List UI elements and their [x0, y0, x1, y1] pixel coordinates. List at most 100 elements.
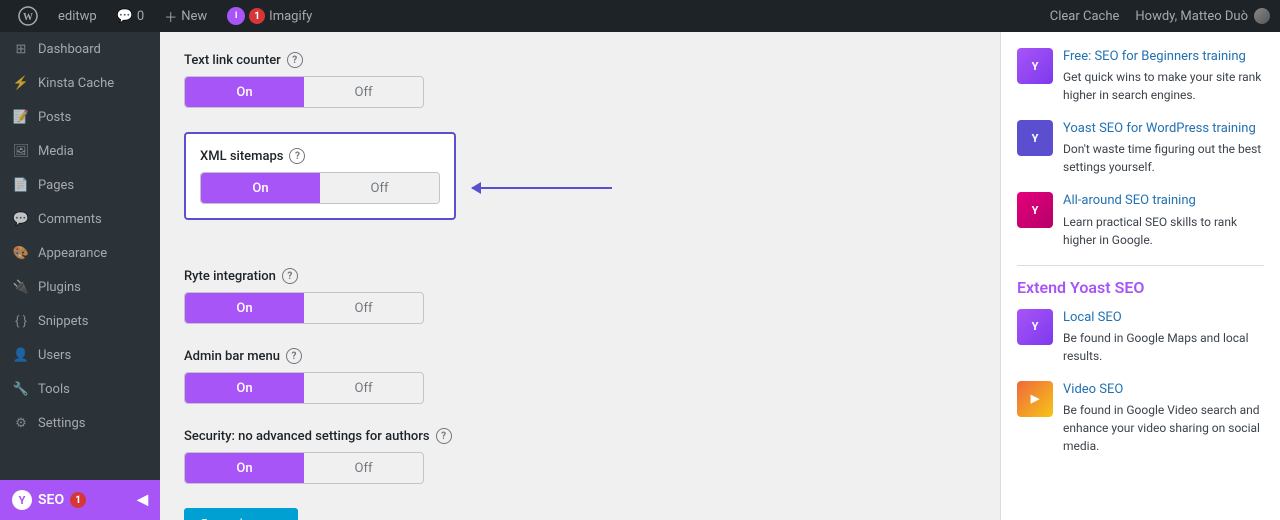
sidebar-item-media-label: Media: [38, 144, 74, 159]
xml-sitemaps-toggle[interactable]: On Off: [200, 172, 440, 204]
ryte-integration-help-icon[interactable]: ?: [282, 268, 298, 284]
security-label: Security: no advanced settings for autho…: [184, 428, 784, 444]
xml-sitemaps-help-icon[interactable]: ?: [289, 148, 305, 164]
text-link-counter-toggle[interactable]: On Off: [184, 76, 424, 108]
xml-sitemaps-on-button[interactable]: On: [201, 173, 320, 203]
media-icon: 🖼: [12, 142, 30, 160]
kinsta-icon: ⚡: [12, 74, 30, 92]
imagify-icon: I: [227, 7, 245, 25]
comments-button[interactable]: 💬 0: [109, 0, 153, 32]
sidebar-item-pages-label: Pages: [38, 178, 74, 193]
sidebar-item-kinsta-cache[interactable]: ⚡ Kinsta Cache: [0, 66, 160, 100]
imagify-button[interactable]: I 1 Imagify: [219, 0, 320, 32]
promo-section: Y Free: SEO for Beginners training Get q…: [1017, 48, 1264, 249]
sidebar-item-media[interactable]: 🖼 Media: [0, 134, 160, 168]
sidebar-item-posts[interactable]: 📝 Posts: [0, 100, 160, 134]
snippets-icon: { }: [12, 312, 30, 330]
promo-desc-beginners: Get quick wins to make your site rank hi…: [1063, 68, 1264, 104]
ryte-integration-row: Ryte integration ? On Off: [184, 268, 784, 324]
sidebar-divider: [1017, 265, 1264, 266]
seo-badge: 1: [70, 492, 86, 508]
sidebar-item-comments-label: Comments: [38, 212, 102, 227]
ryte-integration-off-button[interactable]: Off: [304, 293, 423, 323]
site-name-button[interactable]: editwp: [50, 0, 105, 32]
admin-bar: W editwp 💬 0 ＋ New I 1 Imagify Clear Cac…: [0, 0, 1280, 32]
xml-sitemaps-box: XML sitemaps ? On Off: [184, 132, 456, 220]
admin-bar-menu-label: Admin bar menu ?: [184, 348, 784, 364]
sidebar-item-snippets[interactable]: { } Snippets: [0, 304, 160, 338]
admin-bar-menu-on-button[interactable]: On: [185, 373, 304, 403]
sidebar-item-plugins[interactable]: 🔌 Plugins: [0, 270, 160, 304]
save-changes-button[interactable]: Save changes: [184, 508, 298, 520]
site-name-label: editwp: [58, 9, 97, 24]
extension-desc-video-seo: Be found in Google Video search and enha…: [1063, 401, 1264, 455]
tools-icon: 🔧: [12, 380, 30, 398]
xml-sitemaps-off-button[interactable]: Off: [320, 173, 439, 203]
extension-item-local-seo: Y Local SEO Be found in Google Maps and …: [1017, 309, 1264, 365]
promo-item-wordpress: Y Yoast SEO for WordPress training Don't…: [1017, 120, 1264, 176]
admin-bar-menu-toggle[interactable]: On Off: [184, 372, 424, 404]
sidebar-item-dashboard-label: Dashboard: [38, 42, 101, 57]
plugins-icon: 🔌: [12, 278, 30, 296]
imagify-badge: 1: [249, 8, 265, 24]
extension-link-local-seo[interactable]: Local SEO: [1063, 310, 1122, 325]
security-toggle[interactable]: On Off: [184, 452, 424, 484]
yoast-icon: Y: [12, 490, 32, 510]
dashboard-icon: ⊞: [12, 40, 30, 58]
svg-text:W: W: [23, 12, 33, 23]
text-link-counter-row: Text link counter ? On Off: [184, 52, 784, 108]
comments-icon: 💬: [12, 210, 30, 228]
wp-logo-button[interactable]: W: [10, 0, 46, 32]
security-on-button[interactable]: On: [185, 453, 304, 483]
sidebar-item-seo[interactable]: Y SEO 1 ◀: [0, 480, 160, 520]
text-link-counter-help-icon[interactable]: ?: [287, 52, 303, 68]
promo-link-wordpress[interactable]: Yoast SEO for WordPress training: [1063, 121, 1256, 136]
collapse-arrow-icon: ◀: [137, 492, 148, 508]
sidebar-item-comments[interactable]: 💬 Comments: [0, 202, 160, 236]
sidebar-item-appearance-label: Appearance: [38, 246, 107, 261]
arrow-head: [471, 182, 481, 194]
xml-sitemaps-label: XML sitemaps ?: [200, 148, 440, 164]
promo-link-beginners[interactable]: Free: SEO for Beginners training: [1063, 49, 1246, 64]
extension-icon-local-seo: Y: [1017, 309, 1053, 345]
promo-icon-beginners: Y: [1017, 48, 1053, 84]
text-link-counter-off-button[interactable]: Off: [304, 77, 423, 107]
sidebar: ⊞ Dashboard ⚡ Kinsta Cache 📝 Posts 🖼 Med…: [0, 32, 160, 520]
appearance-icon: 🎨: [12, 244, 30, 262]
security-off-button[interactable]: Off: [304, 453, 423, 483]
extension-icon-video-seo: ▶: [1017, 381, 1053, 417]
ryte-integration-on-button[interactable]: On: [185, 293, 304, 323]
sidebar-item-users[interactable]: 👤 Users: [0, 338, 160, 372]
sidebar-item-posts-label: Posts: [38, 110, 71, 125]
extend-section-title: Extend Yoast SEO: [1017, 278, 1264, 297]
sidebar-item-snippets-label: Snippets: [38, 314, 89, 329]
seo-label: SEO: [38, 492, 64, 508]
settings-section: Text link counter ? On Off XML sitemaps …: [184, 52, 784, 520]
sidebar-item-kinsta-label: Kinsta Cache: [38, 76, 114, 91]
admin-bar-menu-off-button[interactable]: Off: [304, 373, 423, 403]
text-link-counter-on-button[interactable]: On: [185, 77, 304, 107]
promo-item-allaround: Y All-around SEO training Learn practica…: [1017, 192, 1264, 248]
users-icon: 👤: [12, 346, 30, 364]
howdy-menu[interactable]: Howdy, Matteo Duò: [1135, 8, 1270, 24]
admin-bar-menu-help-icon[interactable]: ?: [286, 348, 302, 364]
sidebar-item-appearance[interactable]: 🎨 Appearance: [0, 236, 160, 270]
sidebar-item-dashboard[interactable]: ⊞ Dashboard: [0, 32, 160, 66]
extension-desc-local-seo: Be found in Google Maps and local result…: [1063, 329, 1264, 365]
clear-cache-button[interactable]: Clear Cache: [1050, 9, 1120, 24]
sidebar-item-settings-label: Settings: [38, 416, 85, 431]
new-button[interactable]: ＋ New: [156, 0, 215, 32]
ryte-integration-toggle[interactable]: On Off: [184, 292, 424, 324]
promo-desc-allaround: Learn practical SEO skills to rank highe…: [1063, 213, 1264, 249]
sidebar-item-pages[interactable]: 📄 Pages: [0, 168, 160, 202]
promo-link-allaround[interactable]: All-around SEO training: [1063, 193, 1196, 208]
security-help-icon[interactable]: ?: [436, 428, 452, 444]
sidebar-item-settings[interactable]: ⚙ Settings: [0, 406, 160, 440]
extensions-section: Y Local SEO Be found in Google Maps and …: [1017, 309, 1264, 455]
extension-link-video-seo[interactable]: Video SEO: [1063, 382, 1123, 397]
sidebar-item-tools[interactable]: 🔧 Tools: [0, 372, 160, 406]
promo-desc-wordpress: Don't waste time figuring out the best s…: [1063, 140, 1264, 176]
comment-icon: 💬: [117, 9, 133, 24]
right-sidebar: Y Free: SEO for Beginners training Get q…: [1000, 32, 1280, 520]
howdy-label: Howdy, Matteo Duò: [1135, 9, 1248, 24]
